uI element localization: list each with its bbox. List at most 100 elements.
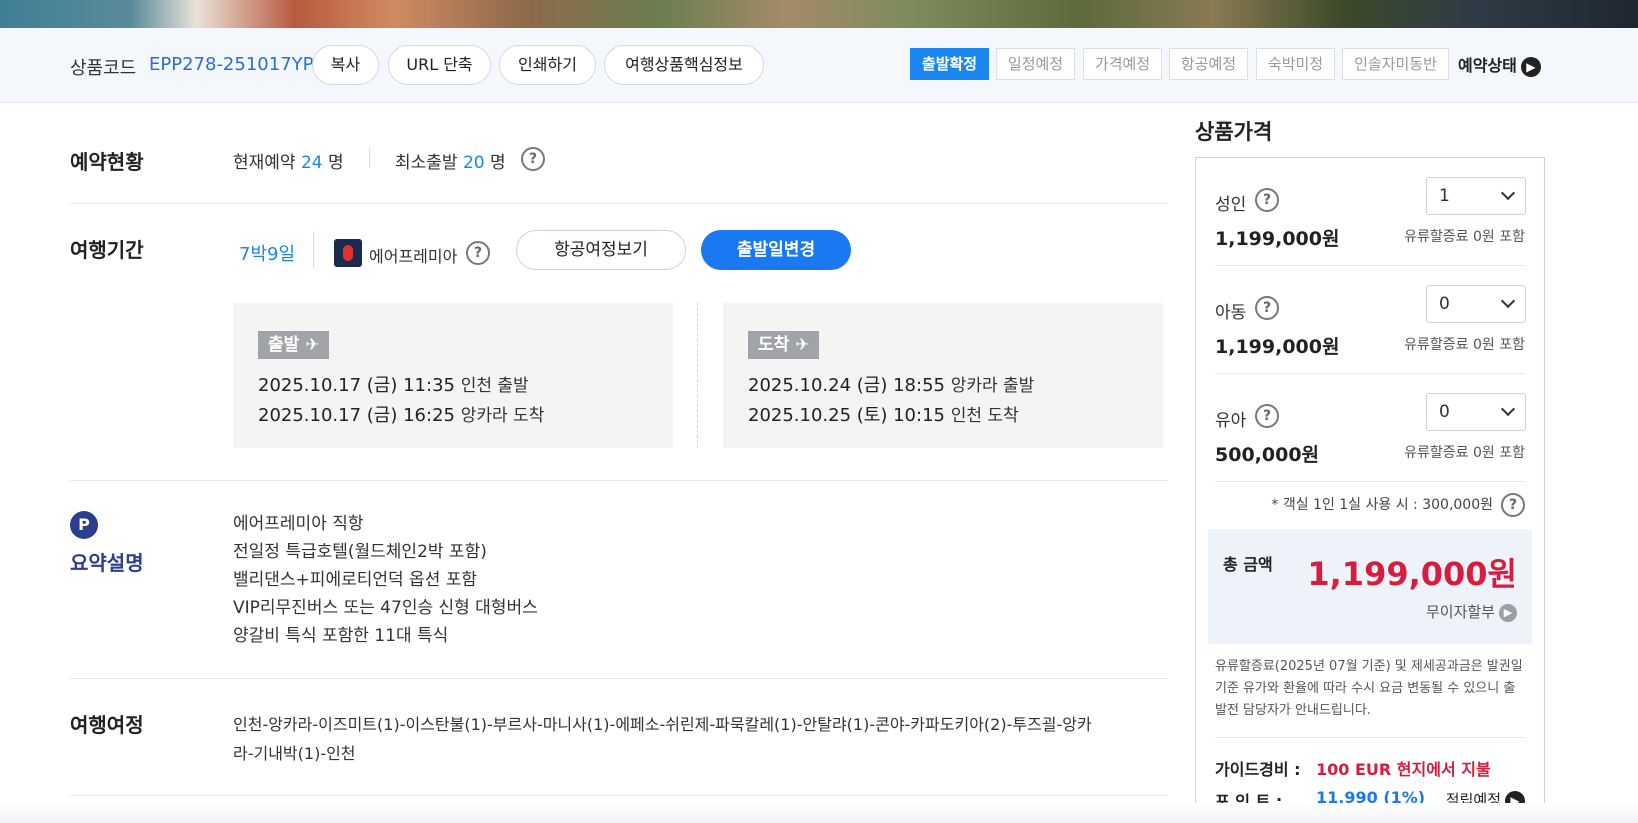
reservation-state-link[interactable]: 예약상태 ▶ [1458, 52, 1541, 77]
view-flight-button[interactable]: 항공여정보기 [516, 230, 686, 270]
current-booking-unit: 명 [328, 153, 344, 173]
current-booking-count: 24 [300, 153, 323, 173]
adult-fuel-note: 유류할증료 0원 포함 [1404, 229, 1525, 245]
summary-line: 밸리댄스+피에로티언덕 옵션 포함 [233, 570, 478, 590]
total-label: 총 금액 [1223, 555, 1273, 574]
child-help-icon[interactable]: ? [1255, 296, 1279, 320]
departure-line-1: 2025.10.17 (금) 11:35 인천 출발 [258, 371, 529, 397]
arrival-line-1: 2025.10.24 (금) 18:55 앙카라 출발 [748, 371, 1034, 397]
product-code-label: 상품코드 [70, 58, 137, 79]
min-departure: 최소출발 20 명 [395, 148, 506, 173]
chevron-down-icon [1500, 185, 1516, 201]
summary-title: 요약설명 [70, 551, 144, 575]
travel-period-title: 여행기간 [70, 238, 144, 262]
single-room-note: * 객실 1인 1실 사용 시 : 300,000원 [1271, 497, 1493, 513]
departure-line-1-city: 인천 출발 [460, 376, 529, 396]
child-label: 아동 [1215, 303, 1247, 323]
adult-help-icon[interactable]: ? [1255, 188, 1279, 212]
airplane-icon: ✈ [795, 335, 810, 355]
arrival-box: 도착 ✈ 2025.10.24 (금) 18:55 앙카라 출발 2025.10… [723, 303, 1163, 448]
airline-help-icon[interactable]: ? [466, 241, 490, 265]
summary-line: 양갈비 특식 포함한 11대 특식 [233, 626, 449, 646]
infant-qty-select[interactable]: 0 [1426, 393, 1526, 431]
arrival-line-2: 2025.10.25 (토) 10:15 인천 도착 [748, 401, 1019, 427]
airplane-icon: ✈ [305, 335, 320, 355]
copy-button[interactable]: 복사 [312, 45, 379, 85]
child-qty-value: 0 [1439, 294, 1450, 314]
row-divider [1215, 373, 1525, 374]
arrival-line-2-city: 인천 도착 [950, 406, 1019, 426]
print-button[interactable]: 인쇄하기 [499, 45, 596, 85]
travel-duration: 7박9일 [239, 244, 296, 265]
installment-label: 무이자할부 [1425, 603, 1495, 621]
itinerary-line-2: 라-기내박(1)-인천 [233, 744, 356, 763]
booking-divider [369, 148, 370, 168]
period-divider [313, 231, 314, 269]
airline-logo-icon [334, 239, 362, 267]
fuel-disclaimer: 유류할증료(2025년 07월 기준) 및 제세공과금은 발권일기준 유가와 환… [1215, 659, 1523, 718]
departure-line-2-date: 2025.10.17 (금) 16:25 [258, 405, 455, 426]
itinerary-title: 여행여정 [70, 713, 144, 737]
min-departure-count: 20 [462, 153, 485, 173]
status-badge-flight: 항공예정 [1169, 48, 1248, 80]
hero-photo-strip [0, 0, 1638, 28]
key-info-button[interactable]: 여행상품핵심정보 [604, 45, 764, 85]
flight-separator [697, 303, 698, 448]
change-departure-button[interactable]: 출발일변경 [701, 230, 851, 270]
row-divider [1215, 265, 1525, 266]
booking-status-title: 예약현황 [70, 150, 144, 174]
arrival-line-2-date: 2025.10.25 (토) 10:15 [748, 405, 945, 426]
section-divider [70, 678, 1168, 679]
section-divider [70, 795, 1168, 796]
product-code: EPP278-251017YP [149, 54, 314, 75]
row-divider [1215, 737, 1525, 738]
guide-fee-label: 가이드경비 : [1215, 760, 1301, 779]
reservation-state-label: 예약상태 [1458, 56, 1517, 75]
departure-badge: 출발 ✈ [258, 331, 330, 359]
total-box: 총 금액 1,199,000원 무이자할부 ▶ [1208, 529, 1532, 644]
section-divider [70, 480, 1168, 481]
child-price: 1,199,000원 [1215, 336, 1340, 358]
price-panel: 성인 ? 1 1,199,000원 유류할증료 0원 포함 아동 ? 0 1,1… [1195, 157, 1545, 823]
product-bar: 상품코드 EPP278-251017YP 복사 URL 단축 인쇄하기 여행상품… [0, 28, 1638, 103]
guide-fee-value: 100 EUR 현지에서 지불 [1316, 760, 1491, 779]
current-booking-label: 현재예약 [233, 153, 296, 173]
url-shorten-button[interactable]: URL 단축 [388, 45, 491, 85]
status-badge-price: 가격예정 [1083, 48, 1162, 80]
infant-help-icon[interactable]: ? [1255, 404, 1279, 428]
single-room-help-icon[interactable]: ? [1501, 493, 1525, 517]
row-divider [1215, 481, 1525, 482]
infant-label: 유아 [1215, 411, 1247, 431]
departure-box: 출발 ✈ 2025.10.17 (금) 11:35 인천 출발 2025.10.… [233, 303, 673, 448]
adult-qty-value: 1 [1439, 186, 1450, 206]
status-badge-departure-confirmed: 출발확정 [910, 48, 989, 80]
adult-label: 성인 [1215, 195, 1247, 215]
arrow-right-icon: ▶ [1499, 603, 1517, 622]
current-booking: 현재예약 24 명 [233, 148, 344, 173]
arrow-right-icon: ▶ [1520, 56, 1541, 77]
status-badge-no-escort: 인솔자미동반 [1342, 48, 1449, 80]
status-badge-lodging: 숙박미정 [1256, 48, 1335, 80]
departure-line-2: 2025.10.17 (금) 16:25 앙카라 도착 [258, 401, 544, 427]
arrival-badge-label: 도착 [758, 335, 790, 355]
arrival-line-1-city: 앙카라 출발 [950, 376, 1035, 396]
price-title: 상품가격 [1195, 120, 1273, 144]
arrival-line-1-date: 2025.10.24 (금) 18:55 [748, 375, 945, 396]
min-departure-unit: 명 [490, 153, 506, 173]
summary-line: 전일정 특급호텔(월드체인2박 포함) [233, 542, 487, 562]
summary-line: VIP리무진버스 또는 47인승 신형 대형버스 [233, 598, 538, 618]
departure-line-2-city: 앙카라 도착 [460, 406, 545, 426]
child-qty-select[interactable]: 0 [1426, 285, 1526, 323]
installment-link[interactable]: 무이자할부 ▶ [1426, 601, 1517, 622]
summary-line: 에어프레미아 직항 [233, 514, 364, 534]
infant-fuel-note: 유류할증료 0원 포함 [1404, 445, 1525, 461]
min-departure-help-icon[interactable]: ? [521, 147, 545, 171]
arrival-badge: 도착 ✈ [748, 331, 820, 359]
adult-price: 1,199,000원 [1215, 228, 1340, 250]
infant-price: 500,000원 [1215, 444, 1320, 466]
airline-name: 에어프레미아 [369, 247, 458, 266]
adult-qty-select[interactable]: 1 [1426, 177, 1526, 215]
child-fuel-note: 유류할증료 0원 포함 [1404, 337, 1525, 353]
total-value: 1,199,000원 [1307, 555, 1517, 593]
status-badge-schedule: 일정예정 [996, 48, 1075, 80]
